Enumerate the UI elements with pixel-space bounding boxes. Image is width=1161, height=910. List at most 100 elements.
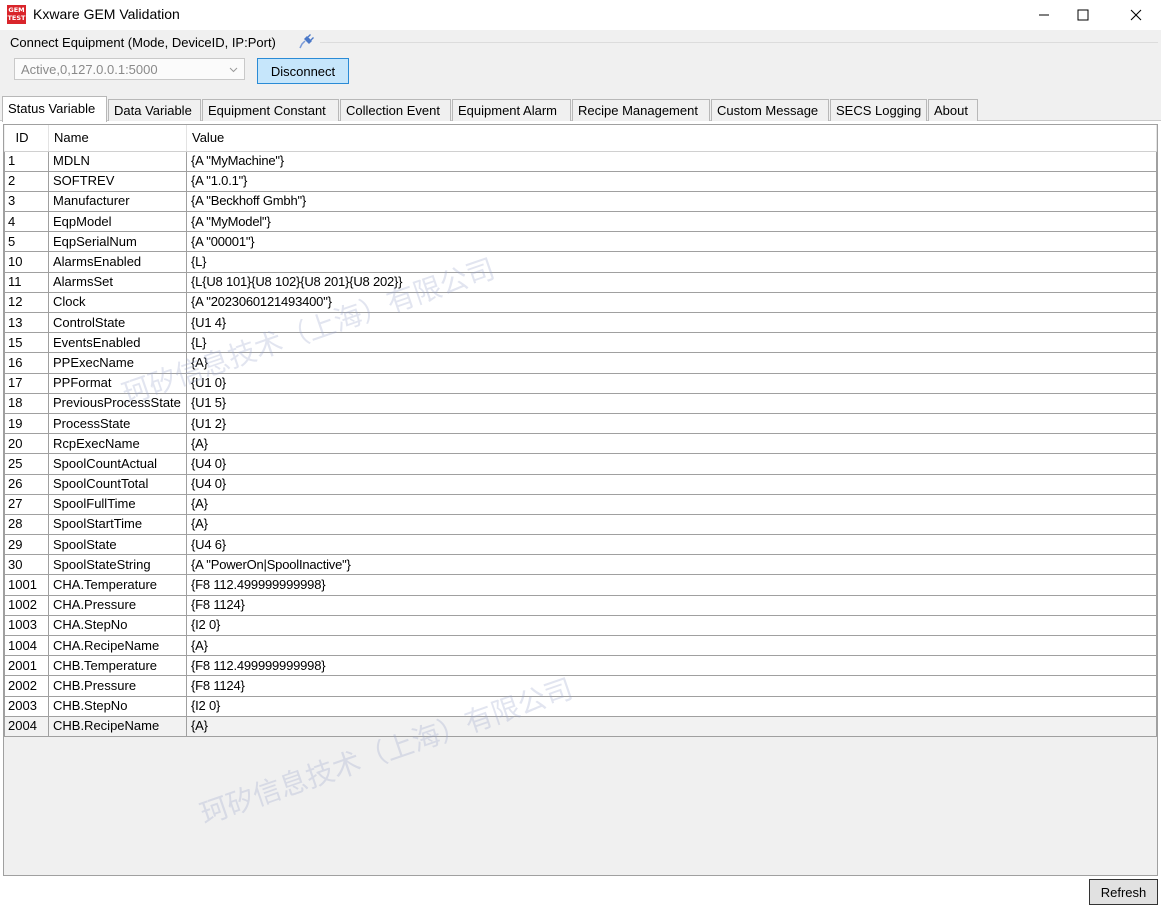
cell-id: 15 [4, 332, 49, 354]
cell-value: {F8 1124} [186, 675, 1157, 697]
table-row[interactable]: 17 PPFormat {U1 0} [4, 373, 1157, 394]
cell-name: CHB.StepNo [48, 696, 187, 717]
tab-secs-logging[interactable]: SECS Logging [830, 99, 927, 121]
cell-id: 3 [4, 191, 49, 213]
app-logo-icon: GEM TEST [7, 5, 26, 24]
maximize-icon [1077, 9, 1089, 21]
table-body: 1 MDLN {A "MyMachine"} 2 SOFTREV {A "1.0.1"} 3… [4, 150, 1157, 737]
cell-name: PPExecName [48, 352, 187, 374]
cell-id: 20 [4, 433, 49, 455]
table-row[interactable]: 1001 CHA.Temperature {F8 112.499999999998} [4, 574, 1157, 596]
cell-name: EqpSerialNum [48, 231, 187, 253]
cell-id: 1 [4, 150, 49, 172]
table-row[interactable]: 13 ControlState {U1 4} [4, 312, 1157, 334]
tab-data-variable[interactable]: Data Variable [108, 99, 201, 121]
cell-id: 4 [4, 211, 49, 233]
cell-name: CHA.Temperature [48, 574, 187, 596]
cell-id: 1002 [4, 595, 49, 616]
cell-id: 13 [4, 312, 49, 334]
disconnect-button[interactable]: Disconnect [257, 58, 349, 84]
cell-name: PPFormat [48, 373, 187, 394]
table-row[interactable]: 28 SpoolStartTime {A} [4, 514, 1157, 536]
cell-value: {U4 0} [186, 474, 1157, 495]
table-row[interactable]: 3 Manufacturer {A "Beckhoff Gmbh"} [4, 191, 1157, 213]
cell-value: {L} [186, 251, 1157, 273]
cell-value: {I2 0} [186, 696, 1157, 717]
table-row[interactable]: 25 SpoolCountActual {U4 0} [4, 453, 1157, 475]
table-row[interactable]: 2002 CHB.Pressure {F8 1124} [4, 675, 1157, 697]
table-row[interactable]: 2004 CHB.RecipeName {A} [4, 716, 1157, 737]
cell-name: MDLN [48, 150, 187, 172]
cell-id: 12 [4, 292, 49, 314]
cell-id: 2 [4, 171, 49, 192]
table-row[interactable]: 16 PPExecName {A} [4, 352, 1157, 374]
tab-collection-event[interactable]: Collection Event [340, 99, 451, 121]
cell-value: {A "00001"} [186, 231, 1157, 253]
table-row[interactable]: 4 EqpModel {A "MyModel"} [4, 211, 1157, 233]
tab-custom-message[interactable]: Custom Message [711, 99, 829, 121]
cell-id: 18 [4, 393, 49, 414]
table-row[interactable]: 1002 CHA.Pressure {F8 1124} [4, 595, 1157, 616]
cell-value: {A} [186, 433, 1157, 455]
status-variable-grid[interactable]: ID Name Value 1 MDLN {A "MyMachine"} 2 SOFTR… [3, 124, 1158, 876]
cell-value: {F8 112.499999999998} [186, 574, 1157, 596]
table-row[interactable]: 1003 CHA.StepNo {I2 0} [4, 615, 1157, 637]
cell-name: EqpModel [48, 211, 187, 233]
table-row[interactable]: 1004 CHA.RecipeName {A} [4, 635, 1157, 657]
cell-value: {A "MyModel"} [186, 211, 1157, 233]
status-variable-panel: ID Name Value 1 MDLN {A "MyMachine"} 2 SOFTR… [0, 121, 1161, 910]
equipment-select[interactable]: Active,0,127.0.0.1:5000 [14, 58, 245, 80]
cell-value: {L} [186, 332, 1157, 354]
group-divider [320, 42, 1158, 43]
cell-name: SpoolFullTime [48, 494, 187, 515]
cell-value: {A} [186, 635, 1157, 657]
cell-id: 2004 [4, 716, 49, 737]
table-row[interactable]: 2001 CHB.Temperature {F8 112.499999999998} [4, 655, 1157, 677]
table-header-row: ID Name Value [4, 125, 1157, 152]
table-row[interactable]: 20 RcpExecName {A} [4, 433, 1157, 455]
tab-equipment-constant[interactable]: Equipment Constant [202, 99, 339, 121]
connect-group-label: Connect Equipment (Mode, DeviceID, IP:Po… [10, 35, 280, 50]
cell-name: CHA.StepNo [48, 615, 187, 637]
cell-id: 2003 [4, 696, 49, 717]
table-row[interactable]: 12 Clock {A "2023060121493400"} [4, 292, 1157, 314]
table-row[interactable]: 11 AlarmsSet {L{U8 101}{U8 102}{U8 201}{U8… [4, 272, 1157, 293]
cell-id: 30 [4, 554, 49, 576]
table-row[interactable]: 2 SOFTREV {A "1.0.1"} [4, 171, 1157, 192]
cell-name: CHA.Pressure [48, 595, 187, 616]
cell-value: {A "1.0.1"} [186, 171, 1157, 192]
table-row[interactable]: 27 SpoolFullTime {A} [4, 494, 1157, 515]
column-header-value[interactable]: Value [186, 125, 1157, 152]
maximize-button[interactable] [1060, 0, 1106, 30]
close-button[interactable] [1113, 0, 1159, 30]
cell-name: SpoolCountActual [48, 453, 187, 475]
tab-status-variable[interactable]: Status Variable [2, 96, 107, 122]
cell-name: RcpExecName [48, 433, 187, 455]
table-row[interactable]: 30 SpoolStateString {A "PowerOn|SpoolInact… [4, 554, 1157, 576]
table-row[interactable]: 26 SpoolCountTotal {U4 0} [4, 474, 1157, 495]
table-row[interactable]: 5 EqpSerialNum {A "00001"} [4, 231, 1157, 253]
table-row[interactable]: 2003 CHB.StepNo {I2 0} [4, 696, 1157, 717]
cell-id: 27 [4, 494, 49, 515]
tab-about[interactable]: About [928, 99, 978, 121]
table-row[interactable]: 18 PreviousProcessState {U1 5} [4, 393, 1157, 414]
cell-name: CHA.RecipeName [48, 635, 187, 657]
table-row[interactable]: 29 SpoolState {U4 6} [4, 534, 1157, 556]
cell-name: AlarmsSet [48, 272, 187, 293]
cell-name: SpoolState [48, 534, 187, 556]
column-header-id[interactable]: ID [4, 125, 49, 152]
cell-name: SpoolStartTime [48, 514, 187, 536]
plug-connected-icon [299, 34, 314, 49]
table-row[interactable]: 19 ProcessState {U1 2} [4, 413, 1157, 435]
column-header-name[interactable]: Name [48, 125, 187, 152]
cell-value: {U1 5} [186, 393, 1157, 414]
table-row[interactable]: 1 MDLN {A "MyMachine"} [4, 150, 1157, 172]
tab-recipe-management[interactable]: Recipe Management [572, 99, 710, 121]
cell-value: {A "2023060121493400"} [186, 292, 1157, 314]
tab-equipment-alarm[interactable]: Equipment Alarm [452, 99, 571, 121]
table-row[interactable]: 15 EventsEnabled {L} [4, 332, 1157, 354]
table-row[interactable]: 10 AlarmsEnabled {L} [4, 251, 1157, 273]
cell-value: {A "Beckhoff Gmbh"} [186, 191, 1157, 213]
cell-id: 26 [4, 474, 49, 495]
refresh-button[interactable]: Refresh [1089, 879, 1158, 905]
